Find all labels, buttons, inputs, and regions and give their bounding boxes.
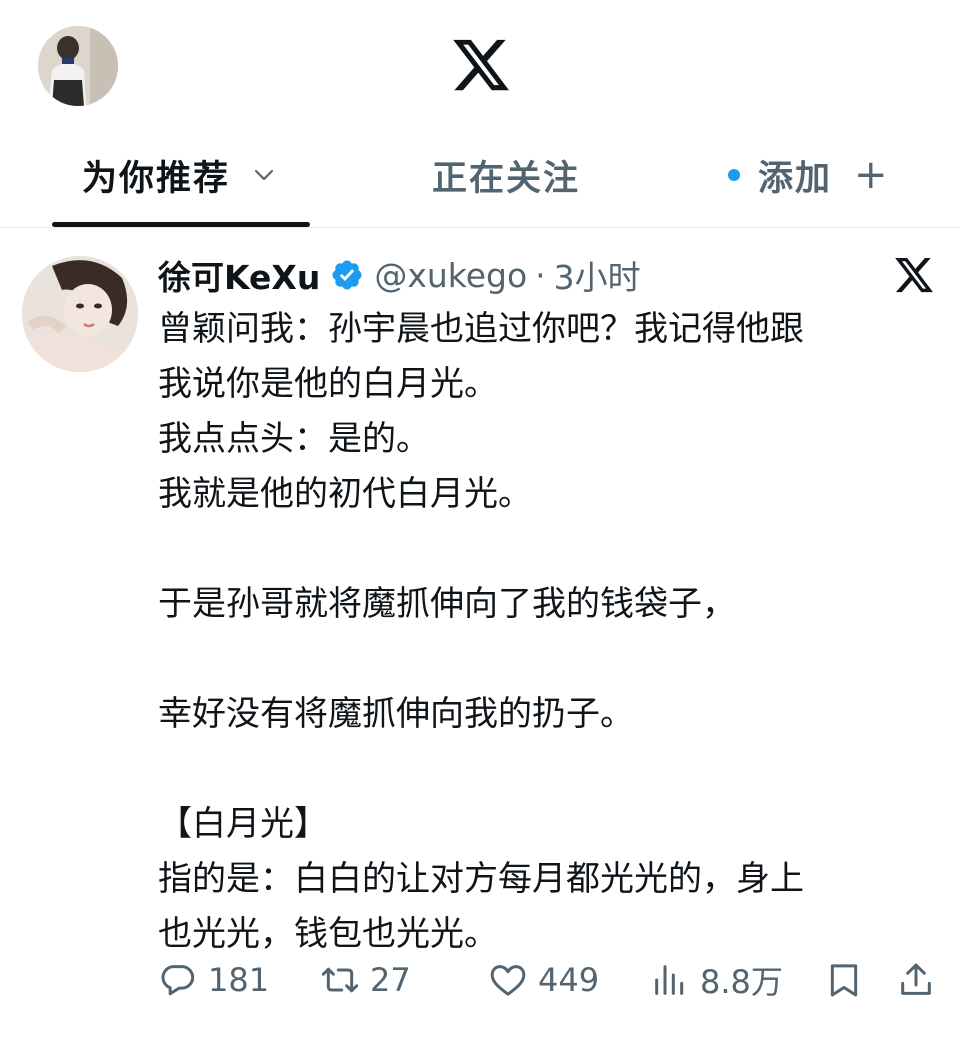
author-name[interactable]: 徐可KeXu — [158, 251, 320, 299]
share-button[interactable] — [896, 952, 936, 1008]
tweet-text-line: 幸好没有将魔抓伸向我的扔子。 — [158, 694, 634, 734]
reply-button[interactable]: 181 — [158, 952, 269, 1008]
tweet-text-line — [158, 522, 948, 577]
author-handle[interactable]: @xukego — [374, 256, 527, 295]
views-chart-icon — [655, 965, 684, 995]
tweet-text-line: 曾颖问我：孙宇晨也追过你吧？我记得他跟 — [158, 309, 804, 349]
retweet-count: 27 — [370, 961, 411, 999]
timeline-tabs: 为你推荐 正在关注 添加 + — [0, 130, 960, 228]
x-logo-icon — [895, 257, 933, 293]
plus-icon[interactable]: + — [854, 152, 890, 198]
tab-add[interactable]: 添加 + — [728, 150, 890, 200]
tab-following-label: 正在关注 — [432, 158, 581, 199]
tweet-text-line: 我点点头：是的。 — [158, 419, 430, 459]
x-logo-icon[interactable] — [450, 34, 512, 96]
reply-count: 181 — [208, 961, 270, 999]
separator-dot: · — [535, 255, 546, 295]
new-indicator-dot — [728, 169, 740, 181]
my-profile-avatar[interactable] — [38, 26, 118, 106]
avatar-photo-icon — [38, 26, 118, 106]
top-bar — [0, 0, 960, 130]
share-icon — [901, 963, 931, 995]
tweet-text-line: 我说你是他的白月光。 — [158, 364, 498, 404]
tweet-actions: 181 27 449 8.8万 — [158, 952, 948, 1008]
author-avatar[interactable] — [22, 256, 138, 372]
tweet-text-line — [158, 742, 948, 797]
reply-icon — [161, 965, 195, 996]
tab-following[interactable]: 正在关注 — [432, 150, 580, 200]
like-count: 449 — [538, 961, 600, 999]
bookmark-icon — [830, 964, 858, 997]
tweet-text-line: 【白月光】 — [158, 804, 328, 844]
like-button[interactable]: 449 — [488, 952, 599, 1008]
heart-icon — [490, 965, 526, 996]
avatar-photo-icon — [22, 256, 138, 372]
views-count: 8.8万 — [700, 963, 783, 1001]
post-timestamp[interactable]: 3小时 — [554, 251, 641, 299]
tab-add-label: 添加 — [758, 158, 833, 199]
views-button[interactable]: 8.8万 — [650, 952, 783, 1008]
bookmark-button[interactable] — [824, 952, 864, 1008]
tab-for-you-label: 为你推荐 — [82, 158, 231, 199]
tweet-text-line: 我就是他的初代白月光。 — [158, 474, 532, 514]
retweet-button[interactable]: 27 — [320, 952, 411, 1008]
divider — [0, 227, 960, 228]
verified-badge-icon — [332, 260, 362, 290]
chevron-down-icon[interactable] — [252, 163, 276, 187]
retweet-icon — [321, 967, 359, 993]
tweet-text-line: 于是孙哥就将魔抓伸向了我的钱袋子， — [158, 584, 736, 624]
tweet-text-line — [158, 632, 948, 687]
tweet-body: 曾颖问我：孙宇晨也追过你吧？我记得他跟 我说你是他的白月光。 我点点头：是的。 … — [158, 302, 948, 962]
tab-for-you[interactable]: 为你推荐 — [82, 150, 276, 200]
tweet-text-line: 指的是：白白的让对方每月都光光的，身上 — [158, 859, 804, 899]
tweet-header: 徐可KeXu @xukego · 3小时 — [158, 250, 641, 300]
